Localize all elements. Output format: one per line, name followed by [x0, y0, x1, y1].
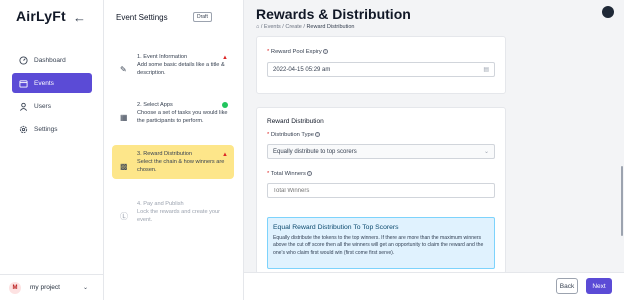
avatar[interactable]: [602, 6, 614, 18]
step-pay-and-publish: Ⓛ 4. Pay and Publish Lock the rewards an…: [112, 195, 234, 229]
app-logo: AirLyFt: [16, 8, 66, 24]
chevron-down-icon: ⌄: [82, 285, 88, 291]
steps-panel: Event Settings Draft ✎ 1. Event Informat…: [104, 0, 244, 300]
wizard-footer: Back Next: [244, 272, 624, 300]
total-winners-input[interactable]: [273, 187, 494, 194]
step-title: 3. Reward Distribution: [137, 151, 193, 157]
breadcrumb-create[interactable]: Create: [285, 24, 302, 30]
scrollbar-thumb[interactable]: [621, 166, 623, 236]
reward-expiry-card: * Reward Pool Expiry? 2022-04-15 05:29 a…: [256, 36, 506, 94]
breadcrumb: ⌂ / Events / Create / Reward Distributio…: [256, 24, 355, 30]
warning-icon: ▲: [222, 152, 228, 158]
sidebar-item-label: Users: [34, 102, 51, 110]
chevron-down-icon: ⌄: [483, 149, 489, 155]
step-description: Add some basic details like a title & de…: [137, 62, 225, 77]
breadcrumb-current: Reward Distribution: [306, 24, 355, 30]
step-description: Choose a set of tasks you would like the…: [137, 110, 228, 125]
sidebar-item-label: Dashboard: [34, 56, 66, 64]
gear-icon: [19, 125, 28, 134]
gift-icon: ▩: [120, 162, 128, 171]
step-description: Select the chain & how winners are chose…: [137, 159, 225, 174]
sidebar-nav: AirLyFt ← Dashboard Events Users Setting…: [0, 0, 104, 300]
reward-distribution-card: Reward Distribution * Distribution Type?…: [256, 107, 506, 274]
scrollbar[interactable]: [620, 36, 624, 264]
step-event-information[interactable]: ✎ 1. Event Information Add some basic de…: [112, 48, 234, 82]
collapse-sidebar-icon[interactable]: ←: [73, 10, 86, 25]
breadcrumb-events[interactable]: Events: [264, 24, 281, 30]
sidebar-item-users[interactable]: Users: [12, 96, 92, 116]
sidebar-item-label: Settings: [34, 125, 58, 133]
help-icon[interactable]: ?: [314, 132, 320, 137]
sidebar-item-dashboard[interactable]: Dashboard: [12, 50, 92, 70]
next-button[interactable]: Next: [586, 278, 612, 294]
total-winners-field[interactable]: [267, 183, 495, 198]
help-icon[interactable]: ?: [306, 171, 312, 176]
step-title: 1. Event Information: [137, 54, 188, 60]
check-icon: [222, 102, 228, 112]
step-select-apps[interactable]: ▦ 2. Select Apps Choose a set of tasks y…: [112, 96, 234, 130]
calendar-icon: [19, 79, 28, 88]
help-icon[interactable]: ?: [322, 49, 328, 54]
distribution-info-box: Equal Reward Distribution To Top Scorers…: [267, 217, 495, 269]
user-icon: [19, 102, 28, 111]
main-content: Rewards & Distribution ⌂ / Events / Crea…: [244, 0, 624, 300]
step-title: 4. Pay and Publish: [137, 201, 184, 207]
distribution-type-select[interactable]: Equally distribute to top scorers ⌄: [267, 144, 495, 159]
steps-title: Event Settings: [116, 13, 168, 22]
status-badge: Draft: [193, 12, 212, 22]
dashboard-icon: [19, 55, 28, 65]
project-switcher[interactable]: M my project ⌄: [0, 274, 104, 300]
expiry-datetime-input[interactable]: 2022-04-15 05:29 am ▤: [267, 62, 495, 77]
section-title: Reward Distribution: [267, 118, 324, 125]
info-title: Equal Reward Distribution To Top Scorers: [273, 224, 399, 231]
warning-icon: ▲: [222, 55, 228, 61]
page-title: Rewards & Distribution: [256, 6, 411, 22]
info-body: Equally distribute the tokens to the top…: [273, 235, 484, 256]
total-winners-label: * Total Winners?: [267, 171, 312, 178]
step-description: Lock the rewards and create your event.: [137, 209, 221, 224]
sidebar-item-events[interactable]: Events: [12, 73, 92, 93]
sidebar-item-label: Events: [34, 79, 54, 87]
distribution-type-label: * Distribution Type?: [267, 132, 320, 139]
expiry-label: * Reward Pool Expiry?: [267, 49, 328, 56]
calendar-icon[interactable]: ▤: [483, 66, 489, 73]
apps-grid-icon: ▦: [120, 113, 128, 122]
dollar-icon: Ⓛ: [120, 212, 128, 221]
edit-icon: ✎: [120, 65, 127, 74]
home-icon[interactable]: ⌂: [256, 24, 259, 30]
step-title: 2. Select Apps: [137, 102, 173, 108]
sidebar-item-settings[interactable]: Settings: [12, 119, 92, 139]
avatar: M: [9, 281, 21, 294]
project-name: my project: [30, 284, 60, 291]
back-button[interactable]: Back: [556, 278, 578, 294]
step-reward-distribution[interactable]: ▩ 3. Reward Distribution Select the chai…: [112, 145, 234, 180]
